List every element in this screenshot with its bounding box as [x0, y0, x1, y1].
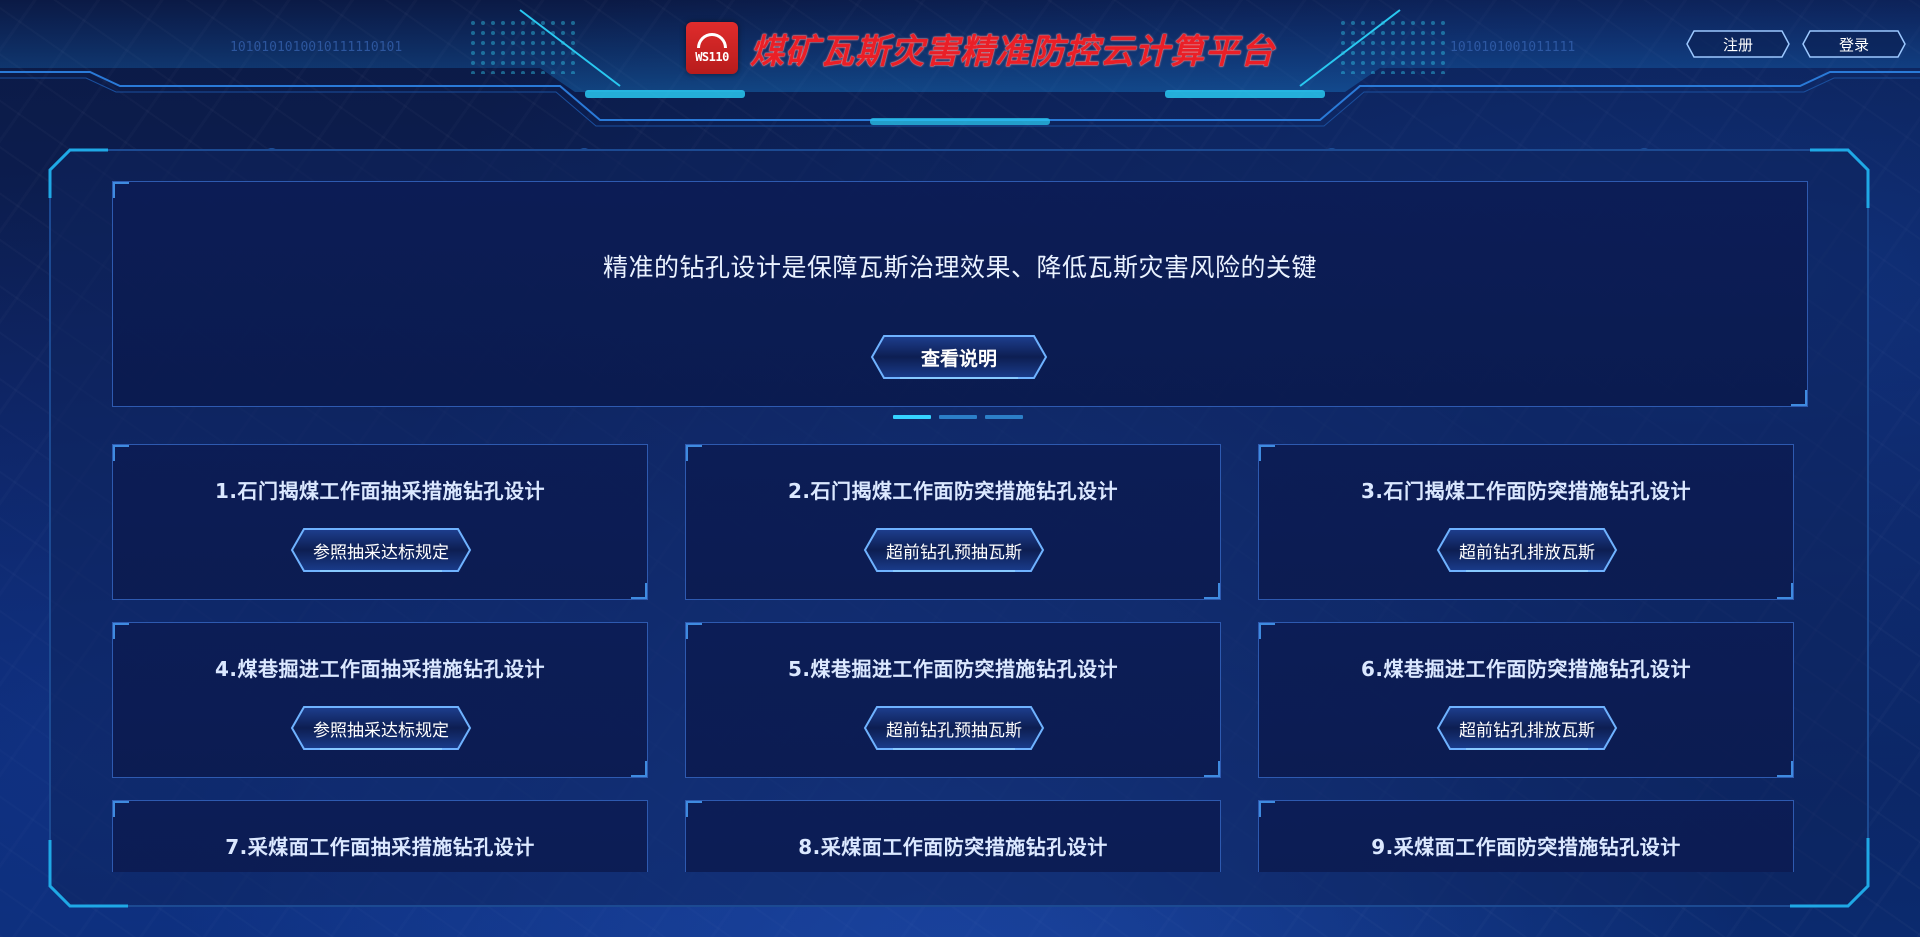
- corner-mark-icon: [686, 623, 702, 639]
- design-card[interactable]: 2.石门揭煤工作面防突措施钻孔设计 超前钻孔预抽瓦斯: [685, 444, 1221, 600]
- pager-dot-1[interactable]: [893, 415, 931, 419]
- card-title: 8.采煤面工作面防突措施钻孔设计: [798, 835, 1108, 859]
- design-card[interactable]: 7.采煤面工作面抽采措施钻孔设计: [112, 800, 648, 872]
- logo-text: WS110: [695, 49, 729, 64]
- card-action-label: 超前钻孔预抽瓦斯: [886, 542, 1022, 563]
- corner-mark-icon: [1204, 761, 1220, 777]
- corner-mark-icon: [1777, 583, 1793, 599]
- card-title: 2.石门揭煤工作面防突措施钻孔设计: [787, 479, 1118, 503]
- card-action-button[interactable]: 超前钻孔预抽瓦斯: [863, 527, 1045, 573]
- card-action-button[interactable]: 参照抽采达标规定: [290, 705, 472, 751]
- card-title: 1.石门揭煤工作面抽采措施钻孔设计: [214, 479, 545, 503]
- card-action-label: 超前钻孔排放瓦斯: [1459, 720, 1595, 741]
- view-instructions-label: 查看说明: [920, 347, 997, 370]
- top-header: 1010101010010111110101 1010101001011111 …: [0, 0, 1920, 140]
- card-title: 4.煤巷掘进工作面抽采措施钻孔设计: [214, 657, 545, 681]
- brand: WS110 煤矿瓦斯灾害精准防控云计算平台: [686, 20, 1275, 76]
- logo-arc-icon: [697, 32, 727, 48]
- platform-logo: WS110: [686, 22, 738, 74]
- intro-banner: 精准的钻孔设计是保障瓦斯治理效果、降低瓦斯灾害风险的关键 查看说明: [112, 181, 1808, 407]
- login-label: 登录: [1838, 35, 1869, 54]
- corner-mark-icon: [1259, 801, 1275, 817]
- corner-mark-icon: [631, 761, 647, 777]
- pager-dot-3[interactable]: [985, 415, 1023, 419]
- design-card[interactable]: 5.煤巷掘进工作面防突措施钻孔设计 超前钻孔预抽瓦斯: [685, 622, 1221, 778]
- design-card[interactable]: 3.石门揭煤工作面防突措施钻孔设计 超前钻孔排放瓦斯: [1258, 444, 1794, 600]
- card-action-label: 超前钻孔预抽瓦斯: [886, 720, 1022, 741]
- card-action-label: 参照抽采达标规定: [313, 720, 449, 741]
- design-card-grid: 1.石门揭煤工作面抽采措施钻孔设计 参照抽采达标规定 2.石门揭煤工作面防突措施钻孔…: [100, 440, 1820, 872]
- card-action-label: 超前钻孔排放瓦斯: [1459, 542, 1595, 563]
- corner-mark-icon: [113, 445, 129, 461]
- banner-text: 精准的钻孔设计是保障瓦斯治理效果、降低瓦斯灾害风险的关键: [602, 253, 1317, 282]
- corner-mark-icon: [686, 801, 702, 817]
- card-action-button[interactable]: 超前钻孔预抽瓦斯: [863, 705, 1045, 751]
- card-title: 6.煤巷掘进工作面防突措施钻孔设计: [1360, 657, 1691, 681]
- register-button[interactable]: 注册: [1686, 30, 1790, 58]
- design-card[interactable]: 6.煤巷掘进工作面防突措施钻孔设计 超前钻孔排放瓦斯: [1258, 622, 1794, 778]
- view-instructions-button[interactable]: 查看说明: [870, 334, 1048, 380]
- card-action-label: 参照抽采达标规定: [313, 542, 449, 563]
- corner-mark-icon: [1204, 583, 1220, 599]
- corner-mark-icon: [113, 801, 129, 817]
- card-title: 5.煤巷掘进工作面防突措施钻孔设计: [787, 657, 1118, 681]
- design-card[interactable]: 4.煤巷掘进工作面抽采措施钻孔设计 参照抽采达标规定: [112, 622, 648, 778]
- banner-pager: [893, 415, 1023, 419]
- corner-mark-icon: [113, 182, 129, 198]
- card-title: 9.采煤面工作面防突措施钻孔设计: [1371, 835, 1681, 859]
- corner-mark-icon: [1777, 761, 1793, 777]
- card-title: 3.石门揭煤工作面防突措施钻孔设计: [1360, 479, 1691, 503]
- page-title: 煤矿瓦斯灾害精准防控云计算平台: [750, 31, 1275, 72]
- corner-mark-icon: [1259, 623, 1275, 639]
- card-action-button[interactable]: 超前钻孔排放瓦斯: [1436, 705, 1618, 751]
- card-title: 7.采煤面工作面抽采措施钻孔设计: [225, 835, 535, 859]
- card-action-button[interactable]: 超前钻孔排放瓦斯: [1436, 527, 1618, 573]
- binary-decoration-left: 1010101010010111110101: [230, 40, 403, 55]
- binary-decoration-right: 1010101001011111: [1450, 40, 1576, 55]
- corner-mark-icon: [113, 623, 129, 639]
- pager-dot-2[interactable]: [939, 415, 977, 419]
- design-card[interactable]: 8.采煤面工作面防突措施钻孔设计: [685, 800, 1221, 872]
- corner-mark-icon: [631, 583, 647, 599]
- login-button[interactable]: 登录: [1802, 30, 1906, 58]
- card-action-button[interactable]: 参照抽采达标规定: [290, 527, 472, 573]
- corner-mark-icon: [1791, 390, 1807, 406]
- register-label: 注册: [1722, 35, 1753, 54]
- corner-mark-icon: [686, 445, 702, 461]
- corner-mark-icon: [1259, 445, 1275, 461]
- design-card[interactable]: 1.石门揭煤工作面抽采措施钻孔设计 参照抽采达标规定: [112, 444, 648, 600]
- design-card[interactable]: 9.采煤面工作面防突措施钻孔设计: [1258, 800, 1794, 872]
